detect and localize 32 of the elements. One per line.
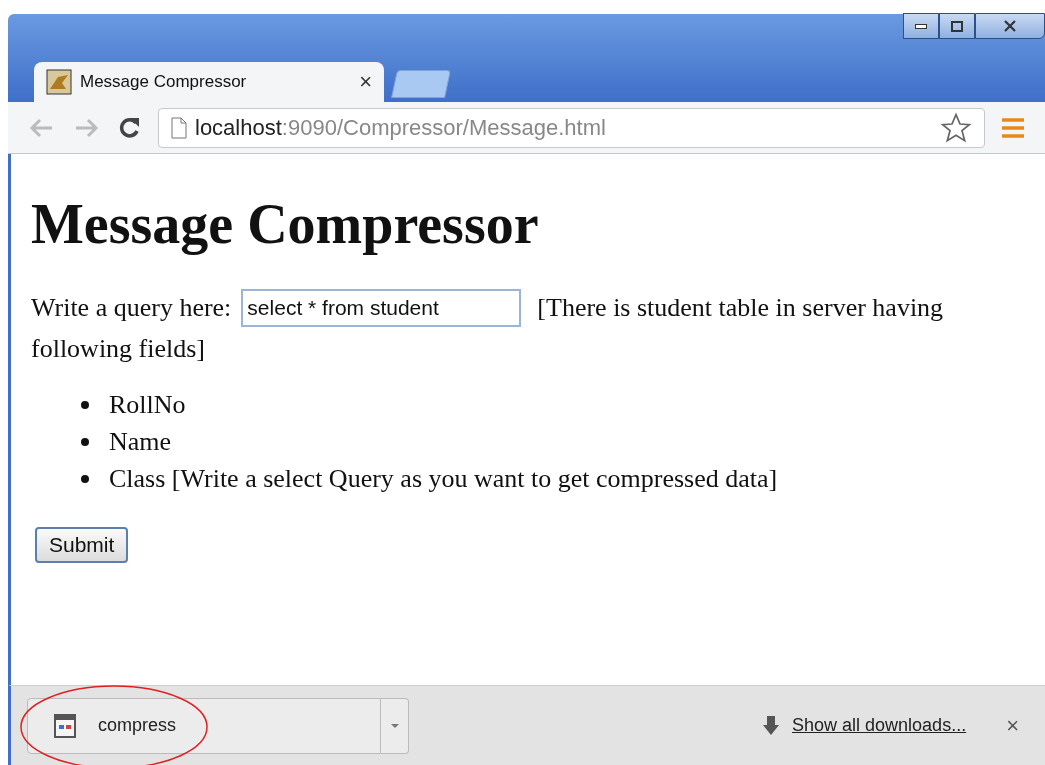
file-icon <box>52 712 78 739</box>
fields-note: following fields] <box>31 333 207 365</box>
close-window-button[interactable] <box>975 13 1045 39</box>
page-icon <box>171 116 187 139</box>
new-tab-button[interactable] <box>391 70 451 98</box>
field-item: Class [Write a select Query as you want to get compressed data] <box>109 463 778 495</box>
minimize-icon <box>915 23 927 29</box>
url-text: localhost:9090/Compressor/Message.html <box>195 114 606 142</box>
show-all-downloads-link[interactable]: Show all downloads... <box>792 712 967 739</box>
query-label: Write a query here: <box>31 292 232 324</box>
favicon-icon <box>46 69 72 95</box>
maximize-button[interactable] <box>939 13 975 39</box>
bullet-icon <box>81 437 89 446</box>
field-item: RollNo <box>109 389 186 421</box>
fields-note: [There is student table in server having <box>537 292 944 324</box>
download-item[interactable]: compress <box>27 697 381 754</box>
submit-button[interactable]: Submit <box>35 527 129 563</box>
download-icon <box>762 714 781 737</box>
caret-icon <box>389 722 400 729</box>
field-item: Name <box>109 426 172 458</box>
star-icon[interactable] <box>940 111 972 144</box>
close-tab-button[interactable]: × <box>359 71 372 93</box>
query-input[interactable]: select * from student <box>241 288 522 327</box>
tab-title: Message Compressor <box>80 71 247 94</box>
address-bar[interactable]: localhost:9090/Compressor/Message.html <box>158 107 985 148</box>
bullet-icon <box>81 474 89 483</box>
minimize-button[interactable] <box>903 13 939 39</box>
bullet-icon <box>81 400 89 409</box>
close-download-bar-button[interactable]: × <box>1006 709 1019 742</box>
maximize-icon <box>951 20 963 32</box>
close-icon <box>1004 20 1016 32</box>
browser-tab[interactable]: Message Compressor × <box>34 62 384 102</box>
